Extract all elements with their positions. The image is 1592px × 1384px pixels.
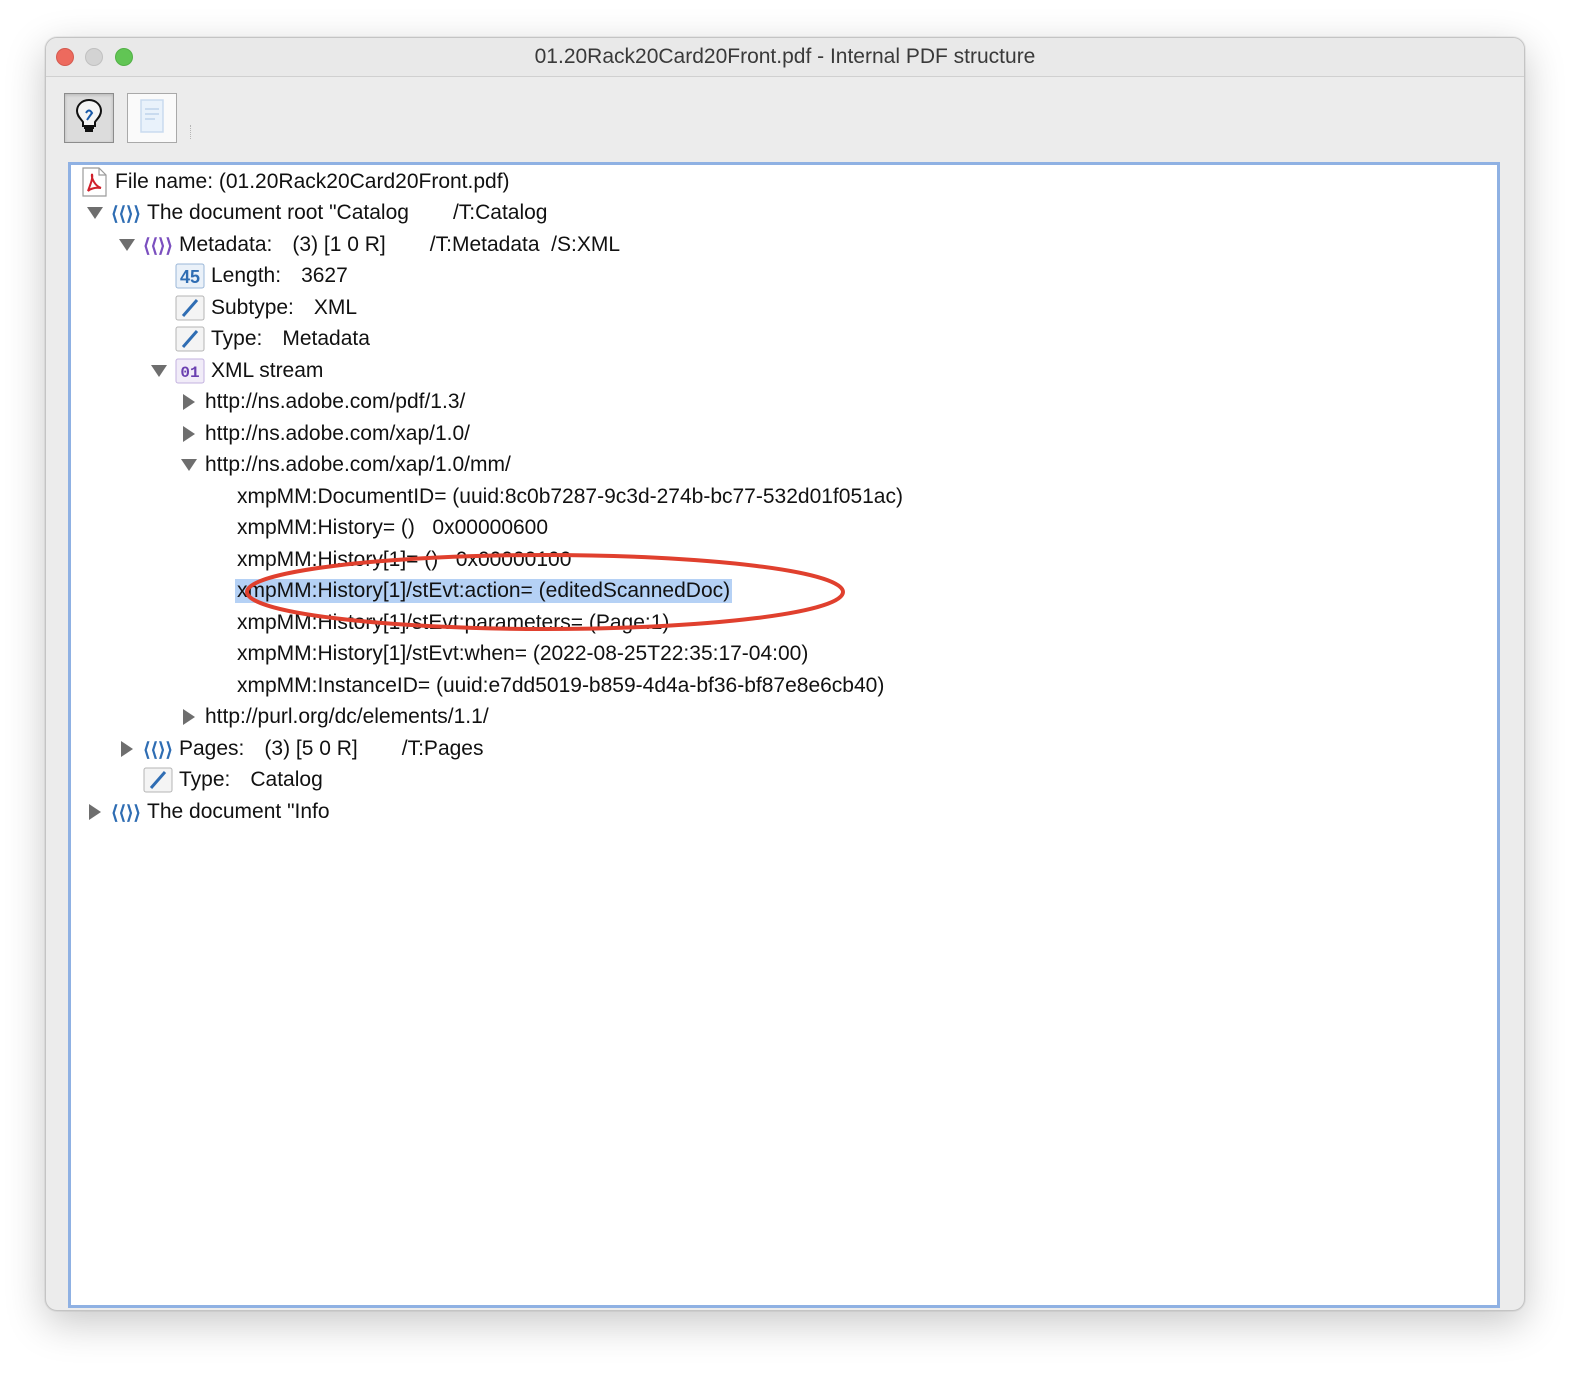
tree-value: 3627 bbox=[301, 264, 348, 287]
dictionary-icon: ⟨⟨⟩⟩ bbox=[111, 797, 141, 827]
title-bar: 01.20Rack20Card20Front.pdf - Internal PD… bbox=[46, 38, 1524, 77]
tree-value: Catalog bbox=[250, 768, 323, 791]
expand-triangle-icon[interactable] bbox=[117, 739, 137, 759]
tree-type: /T:Catalog bbox=[452, 201, 548, 224]
svg-text:⟨⟨⟩⟩: ⟨⟨⟩⟩ bbox=[143, 740, 173, 761]
tree-key: Length: bbox=[211, 264, 282, 287]
window-title: 01.20Rack20Card20Front.pdf - Internal PD… bbox=[534, 45, 1036, 68]
tree-ref: (3) [5 0 R] bbox=[264, 737, 358, 760]
tree-row-ns-pdf[interactable]: http://ns.adobe.com/pdf/1.3/ bbox=[179, 387, 465, 417]
tree-key: Type: bbox=[211, 327, 263, 350]
toolbar bbox=[46, 77, 1524, 163]
tree-value: XML bbox=[313, 296, 358, 319]
tree-label: The document "Info bbox=[147, 800, 330, 823]
tree-ref: (3) [1 0 R] bbox=[292, 233, 386, 256]
tree-row-mm-history[interactable]: xmpMM:History= () 0x00000600 bbox=[237, 513, 548, 543]
expand-triangle-icon[interactable] bbox=[85, 802, 105, 822]
stream-dictionary-icon: ⟨⟨⟩⟩ bbox=[143, 230, 173, 260]
tree-label: xmpMM:History[1]/stEvt:when= (2022-08-25… bbox=[237, 642, 809, 665]
tree-label: xmpMM:History[1]/stEvt:parameters= (Page… bbox=[237, 611, 670, 634]
tree-row-pages[interactable]: ⟨⟨⟩⟩ Pages: (3) [5 0 R] /T:Pages bbox=[117, 734, 483, 764]
tree-row-xml-stream[interactable]: 01 XML stream bbox=[149, 356, 323, 386]
expand-triangle-icon[interactable] bbox=[179, 707, 199, 727]
dictionary-icon: ⟨⟨⟩⟩ bbox=[143, 734, 173, 764]
name-icon bbox=[175, 324, 205, 354]
tree-row-document-info[interactable]: ⟨⟨⟩⟩ The document "Info bbox=[85, 797, 330, 827]
tree-row-mm-document-id[interactable]: xmpMM:DocumentID= (uuid:8c0b7287-9c3d-27… bbox=[237, 482, 903, 512]
tree-row-ns-dc[interactable]: http://purl.org/dc/elements/1.1/ bbox=[179, 702, 489, 732]
tree-row-ns-mm[interactable]: http://ns.adobe.com/xap/1.0/mm/ bbox=[179, 450, 511, 480]
expand-triangle-icon[interactable] bbox=[179, 392, 199, 412]
collapse-triangle-icon[interactable] bbox=[117, 235, 137, 255]
tree-label: xmpMM:InstanceID= (uuid:e7dd5019-b859-4d… bbox=[237, 674, 885, 697]
structure-tree[interactable]: File name: (01.20Rack20Card20Front.pdf) … bbox=[68, 162, 1500, 1308]
svg-text:45: 45 bbox=[180, 267, 200, 287]
tree-label: http://ns.adobe.com/xap/1.0/mm/ bbox=[205, 453, 511, 476]
name-icon bbox=[143, 765, 173, 795]
toolbar-separator bbox=[190, 125, 193, 139]
hint-toggle-button[interactable] bbox=[64, 93, 114, 143]
tree-label: xmpMM:DocumentID= (uuid:8c0b7287-9c3d-27… bbox=[237, 485, 903, 508]
tree-value: Metadata bbox=[282, 327, 370, 350]
tree-row-mm-history-when[interactable]: xmpMM:History[1]/stEvt:when= (2022-08-25… bbox=[237, 639, 808, 669]
lightbulb-icon bbox=[74, 98, 104, 139]
app-window: 01.20Rack20Card20Front.pdf - Internal PD… bbox=[45, 37, 1525, 1311]
tree-row-type[interactable]: Type: Metadata bbox=[175, 324, 370, 354]
document-icon bbox=[138, 98, 166, 139]
expand-triangle-icon[interactable] bbox=[179, 424, 199, 444]
svg-text:01: 01 bbox=[180, 364, 199, 382]
tree-label: xmpMM:History= () 0x00000600 bbox=[237, 516, 549, 539]
tree-key: Subtype: bbox=[211, 296, 294, 319]
tree-row-ns-xap[interactable]: http://ns.adobe.com/xap/1.0/ bbox=[179, 419, 470, 449]
tree-label: Metadata: bbox=[179, 233, 273, 256]
name-icon bbox=[175, 293, 205, 323]
tree-type: /T:Metadata /S:XML bbox=[429, 233, 621, 256]
tree-row-catalog-type[interactable]: Type: Catalog bbox=[143, 765, 323, 795]
svg-text:⟨⟨⟩⟩: ⟨⟨⟩⟩ bbox=[111, 803, 141, 824]
tree-row-subtype[interactable]: Subtype: XML bbox=[175, 293, 357, 323]
tree-label: The document root "Catalog bbox=[147, 201, 409, 224]
collapse-triangle-icon[interactable] bbox=[149, 361, 169, 381]
svg-text:⟨⟨⟩⟩: ⟨⟨⟩⟩ bbox=[143, 236, 173, 257]
collapse-triangle-icon[interactable] bbox=[85, 203, 105, 223]
tree-label: http://purl.org/dc/elements/1.1/ bbox=[205, 705, 489, 728]
document-view-button[interactable] bbox=[127, 93, 177, 143]
tree-row-mm-history-action-selected[interactable]: xmpMM:History[1]/stEvt:action= (editedSc… bbox=[235, 576, 733, 606]
tree-type: /T:Pages bbox=[401, 737, 484, 760]
tree-label: xmpMM:History[1]= () 0x00000100 bbox=[237, 548, 572, 571]
collapse-triangle-icon[interactable] bbox=[179, 455, 199, 475]
tree-label: xmpMM:History[1]/stEvt:action= (editedSc… bbox=[235, 579, 733, 603]
pdf-file-icon bbox=[79, 167, 109, 197]
tree-label: http://ns.adobe.com/pdf/1.3/ bbox=[205, 390, 466, 413]
number-icon: 45 bbox=[175, 261, 205, 291]
tree-row-mm-history-1[interactable]: xmpMM:History[1]= () 0x00000100 bbox=[237, 545, 571, 575]
tree-row-length[interactable]: 45 Length: 3627 bbox=[175, 261, 348, 291]
binary-stream-icon: 01 bbox=[175, 356, 205, 386]
tree-label: http://ns.adobe.com/xap/1.0/ bbox=[205, 422, 471, 445]
tree-label: Pages: bbox=[179, 737, 245, 760]
tree-row-mm-instance-id[interactable]: xmpMM:InstanceID= (uuid:e7dd5019-b859-4d… bbox=[237, 671, 884, 701]
dictionary-icon: ⟨⟨⟩⟩ bbox=[111, 198, 141, 228]
tree-row-mm-history-parameters[interactable]: xmpMM:History[1]/stEvt:parameters= (Page… bbox=[237, 608, 669, 638]
tree-label: File name: (01.20Rack20Card20Front.pdf) bbox=[115, 170, 510, 193]
tree-key: Type: bbox=[179, 768, 231, 791]
tree-row-file-name[interactable]: File name: (01.20Rack20Card20Front.pdf) bbox=[79, 167, 510, 197]
tree-row-document-root[interactable]: ⟨⟨⟩⟩ The document root "Catalog /T:Catal… bbox=[85, 198, 548, 228]
svg-text:⟨⟨⟩⟩: ⟨⟨⟩⟩ bbox=[111, 204, 141, 225]
tree-row-metadata[interactable]: ⟨⟨⟩⟩ Metadata: (3) [1 0 R] /T:Metadata /… bbox=[117, 230, 620, 260]
tree-label: XML stream bbox=[211, 359, 324, 382]
